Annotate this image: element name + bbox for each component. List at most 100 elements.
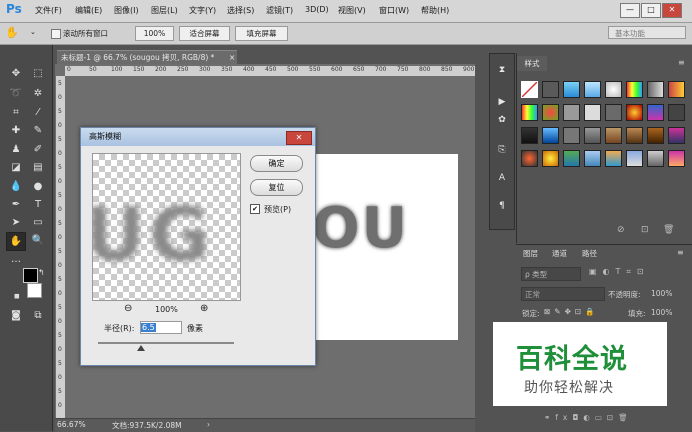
style-swatch[interactable] — [563, 150, 580, 167]
style-swatch[interactable] — [668, 127, 685, 144]
layer-kind-filter[interactable]: ρ 类型 — [521, 267, 581, 281]
radius-slider-thumb[interactable] — [137, 345, 145, 351]
layer-actions-icons[interactable]: ⚭fx◘◐▭⊡🗑 — [544, 413, 633, 422]
style-swatch[interactable] — [521, 150, 538, 167]
style-swatch[interactable] — [647, 81, 664, 98]
style-swatch[interactable] — [605, 150, 622, 167]
style-swatch[interactable] — [542, 81, 559, 98]
shape-tool-icon[interactable]: ▭ — [29, 214, 47, 231]
clone-source-icon[interactable]: ⎘ — [494, 142, 510, 158]
tab-paths[interactable]: 路径 — [582, 248, 597, 259]
style-swatch[interactable] — [626, 104, 643, 121]
style-swatch[interactable] — [626, 127, 643, 144]
style-swatch[interactable] — [563, 127, 580, 144]
healing-brush-icon[interactable]: ✚ — [7, 122, 25, 139]
eyedropper-icon[interactable]: ⁄ — [29, 104, 47, 121]
blend-mode-select[interactable]: 正常 — [521, 287, 605, 301]
radius-slider[interactable] — [98, 342, 234, 344]
style-swatch[interactable] — [584, 150, 601, 167]
style-swatch[interactable] — [605, 104, 622, 121]
quick-mask-icon[interactable]: ◙ — [7, 307, 25, 324]
style-swatch[interactable] — [668, 81, 685, 98]
menu-help[interactable]: 帮助(H) — [421, 5, 449, 16]
type-tool-icon[interactable]: T — [29, 196, 47, 213]
blur-preview[interactable]: UG — [92, 153, 241, 301]
style-swatch[interactable] — [647, 104, 664, 121]
crop-tool-icon[interactable]: ⌗ — [7, 104, 25, 121]
chevron-down-icon[interactable]: ⌄ — [30, 28, 36, 36]
default-colors-icon[interactable]: ◼ — [14, 292, 20, 300]
foreground-color-swatch[interactable] — [23, 268, 38, 283]
style-swatch[interactable] — [626, 81, 643, 98]
tab-channels[interactable]: 通道 — [552, 248, 567, 259]
style-swatch[interactable] — [584, 81, 601, 98]
menu-3d[interactable]: 3D(D) — [305, 5, 329, 14]
panel-menu-icon[interactable]: ≡ — [678, 58, 685, 67]
preview-checkbox[interactable]: ✔ — [250, 204, 260, 214]
marquee-tool-icon[interactable]: ⬚ — [29, 65, 47, 82]
style-swatch[interactable] — [584, 127, 601, 144]
actions-panel-icon[interactable]: ▶ — [494, 94, 510, 110]
style-swatch[interactable] — [542, 104, 559, 121]
menu-image[interactable]: 图像(I) — [114, 5, 139, 16]
chevron-right-icon[interactable]: › — [207, 420, 210, 429]
style-swatch[interactable] — [605, 127, 622, 144]
dialog-titlebar[interactable]: 高斯模糊 ✕ — [81, 128, 315, 146]
background-color-swatch[interactable] — [27, 283, 42, 298]
more-tools-icon[interactable]: … — [7, 251, 25, 268]
minimize-button[interactable]: — — [620, 3, 640, 18]
menu-edit[interactable]: 编辑(E) — [75, 5, 102, 16]
style-swatch[interactable] — [668, 150, 685, 167]
brush-panel-icon[interactable]: ✿ — [494, 112, 510, 128]
style-swatch[interactable] — [647, 127, 664, 144]
radius-input[interactable]: 6.5 — [140, 321, 182, 334]
style-swatch[interactable] — [542, 127, 559, 144]
menu-layer[interactable]: 图层(L) — [151, 5, 178, 16]
style-swatch[interactable] — [521, 81, 538, 98]
menu-select[interactable]: 选择(S) — [227, 5, 254, 16]
style-swatch[interactable] — [668, 104, 685, 121]
menu-window[interactable]: 窗口(W) — [379, 5, 409, 16]
clear-style-icon[interactable]: ⊘ — [617, 225, 625, 235]
layer-filter-icons[interactable]: ▣◐T⌗⊡ — [589, 267, 650, 277]
style-swatch[interactable] — [563, 81, 580, 98]
lock-icons[interactable]: ⊠✎✥⊡🔒 — [544, 307, 598, 316]
maximize-button[interactable]: □ — [641, 3, 661, 18]
zoom-out-icon[interactable]: ⊖ — [124, 303, 132, 314]
style-swatch[interactable] — [626, 150, 643, 167]
pen-tool-icon[interactable]: ✒ — [7, 196, 25, 213]
fit-screen-button[interactable]: 适合屏幕 — [179, 26, 230, 41]
tab-layers[interactable]: 图层 — [523, 248, 538, 259]
menu-file[interactable]: 文件(F) — [35, 5, 62, 16]
dodge-tool-icon[interactable]: ● — [29, 178, 47, 195]
path-select-icon[interactable]: ➤ — [7, 214, 25, 231]
hand-tool-icon[interactable]: ✋ — [6, 232, 26, 251]
eraser-icon[interactable]: ◪ — [7, 159, 25, 176]
zoom-level[interactable]: 66.67% — [57, 420, 86, 429]
brush-tool-icon[interactable]: ✎ — [29, 122, 47, 139]
delete-style-icon[interactable]: 🗑 — [663, 225, 674, 235]
style-swatch[interactable] — [605, 81, 622, 98]
paragraph-panel-icon[interactable]: ¶ — [494, 198, 510, 214]
menu-view[interactable]: 视图(V) — [338, 5, 366, 16]
style-swatch[interactable] — [563, 104, 580, 121]
blur-tool-icon[interactable]: 💧 — [7, 178, 25, 195]
gradient-tool-icon[interactable]: ▤ — [29, 159, 47, 176]
close-icon[interactable]: × — [229, 51, 235, 65]
character-panel-icon[interactable]: A — [494, 170, 510, 186]
lasso-tool-icon[interactable]: ➰ — [7, 85, 25, 102]
clone-stamp-icon[interactable]: ♟ — [7, 141, 25, 158]
menu-filter[interactable]: 滤镜(T) — [266, 5, 293, 16]
fill-screen-button[interactable]: 填充屏幕 — [235, 26, 288, 41]
fill-value[interactable]: 100% — [651, 308, 672, 317]
new-style-icon[interactable]: ⊡ — [641, 225, 649, 235]
menu-type[interactable]: 文字(Y) — [189, 5, 216, 16]
swap-colors-icon[interactable]: ↰ — [38, 268, 45, 277]
reset-button[interactable]: 复位 — [250, 179, 303, 196]
zoom-in-icon[interactable]: ⊕ — [200, 303, 208, 314]
close-button[interactable]: ✕ — [662, 3, 682, 18]
ok-button[interactable]: 确定 — [250, 155, 303, 172]
scroll-all-checkbox[interactable] — [51, 29, 61, 39]
history-panel-icon[interactable]: ⧗ — [494, 62, 510, 78]
screen-mode-icon[interactable]: ⧉ — [29, 307, 47, 324]
